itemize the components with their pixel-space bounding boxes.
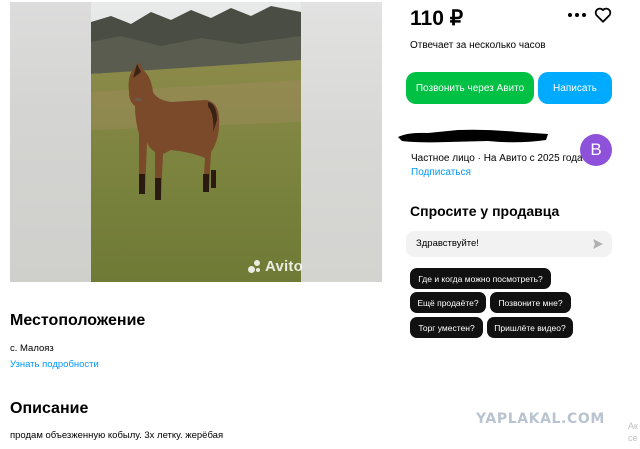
listing-price: 110 ₽: [410, 7, 464, 30]
quick-question-chip[interactable]: Позвоните мне?: [490, 292, 571, 313]
ask-seller-input[interactable]: Здравствуйте!: [406, 231, 612, 257]
reply-time: Отвечает за несколько часов: [410, 40, 546, 51]
seller-avatar[interactable]: В: [580, 134, 612, 166]
quick-question-chip[interactable]: Торг уместен?: [410, 317, 483, 338]
heart-icon[interactable]: [594, 6, 612, 24]
quick-question-chip[interactable]: Ещё продаёте?: [410, 292, 486, 313]
seller-info: Частное лицо · На Авито с 2025 года: [411, 153, 583, 164]
quick-question-chip[interactable]: Где и когда можно посмотреть?: [410, 268, 551, 289]
site-watermark: YAPLAKAL.COM: [476, 411, 605, 427]
call-via-avito-button[interactable]: Позвонить через Авито: [406, 72, 534, 104]
avito-watermark: Avito: [248, 258, 303, 275]
photo-blur-right: [301, 2, 382, 282]
description-title: Описание: [10, 400, 89, 417]
avito-watermark-text: Avito: [265, 258, 303, 275]
location-title: Местоположение: [10, 312, 146, 329]
photo-gallery[interactable]: Avito: [10, 2, 382, 282]
ask-seller-input-value: Здравствуйте!: [416, 238, 479, 249]
location-details-link[interactable]: Узнать подробности: [10, 359, 99, 370]
send-icon[interactable]: [592, 238, 604, 250]
subscribe-link[interactable]: Подписаться: [411, 167, 471, 178]
photo-blur-left: [10, 2, 91, 282]
description-text: продам объезженную кобылу. 3х летку. жер…: [10, 430, 224, 441]
location-place: с. Малояз: [10, 343, 54, 354]
write-message-button[interactable]: Написать: [538, 72, 612, 104]
listing-photo[interactable]: [91, 2, 301, 282]
more-icon[interactable]: [568, 8, 586, 22]
avito-logo-icon: [248, 259, 262, 274]
cut-off-text: Ак се: [628, 421, 638, 443]
quick-question-chip[interactable]: Пришлёте видео?: [487, 317, 573, 338]
redacted-seller-name: [398, 129, 548, 143]
ask-seller-title: Спросите у продавца: [410, 203, 560, 219]
